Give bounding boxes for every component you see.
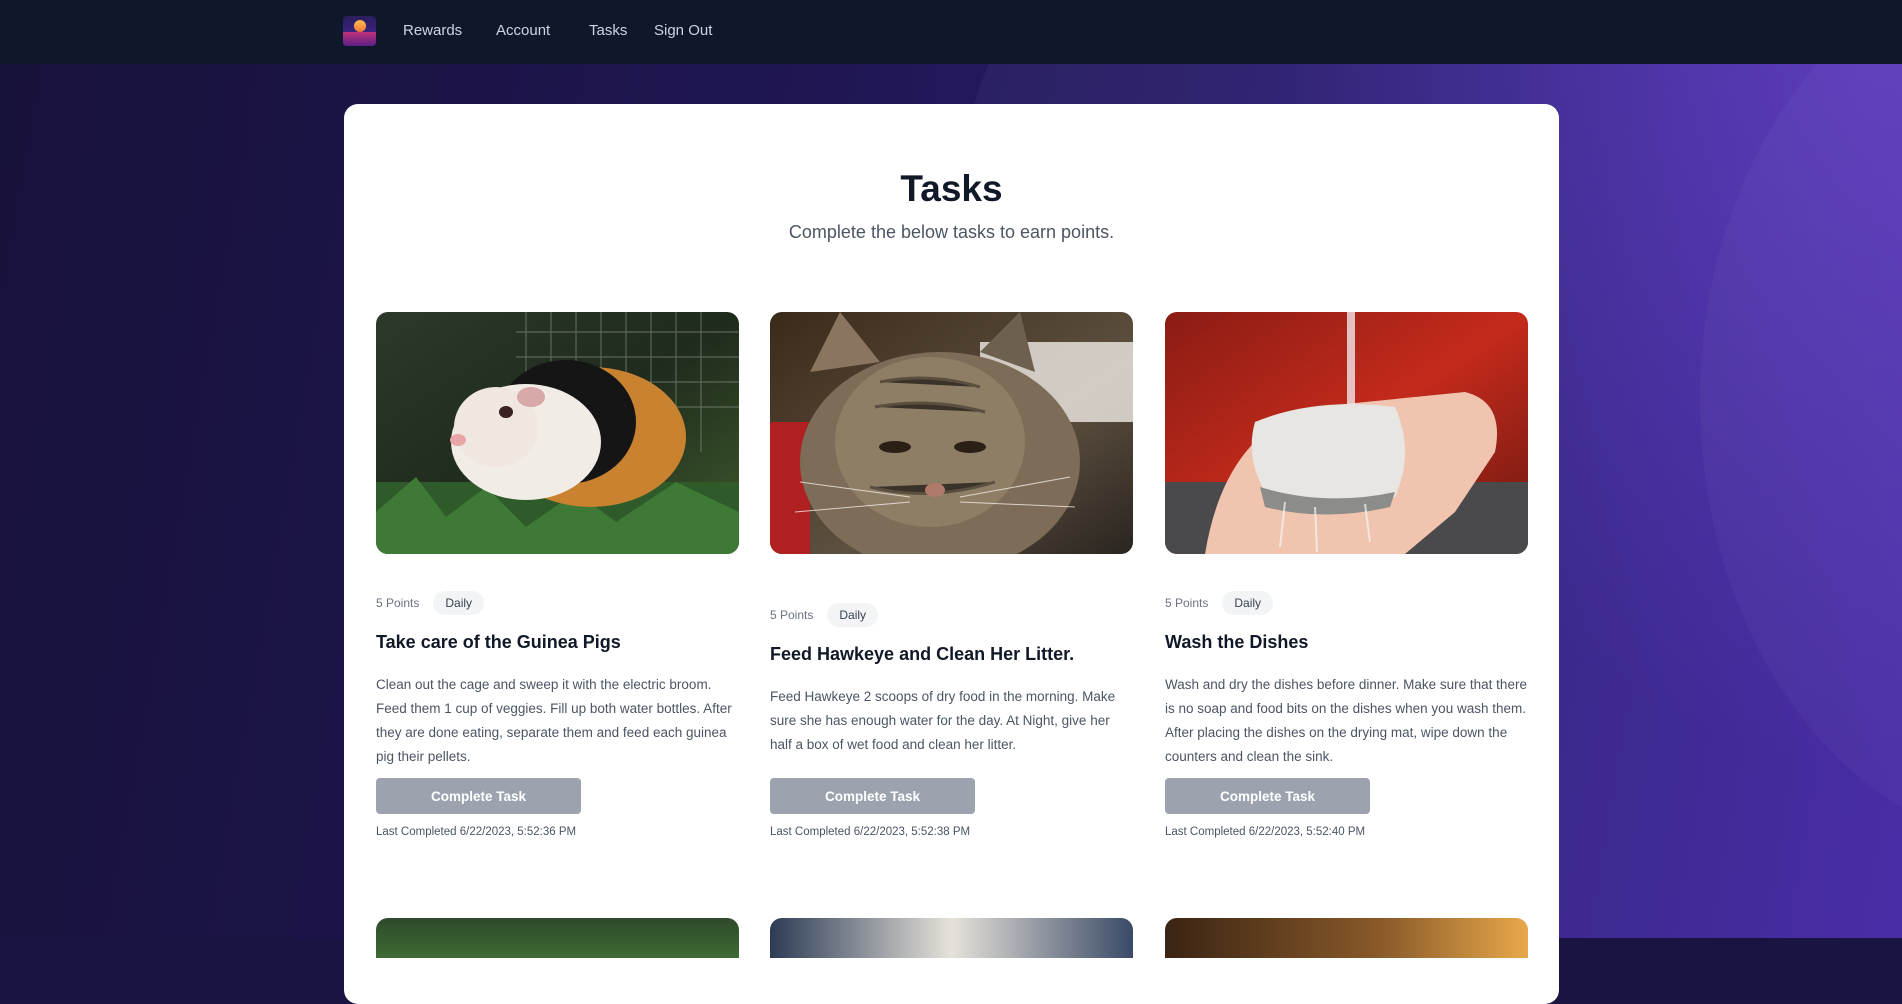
frequency-badge: Daily	[1222, 591, 1274, 615]
task-title: Feed Hawkeye and Clean Her Litter.	[770, 644, 1075, 664]
task-meta: 5 Points Daily	[1165, 590, 1274, 616]
task-points: 5 Points	[376, 596, 420, 610]
page-title: Tasks	[900, 168, 1003, 209]
washing-sponge-image	[1165, 312, 1528, 554]
nav-link-account[interactable]: Account	[496, 22, 550, 39]
complete-task-button[interactable]: Complete Task	[1165, 778, 1370, 814]
next-task-image	[376, 918, 739, 958]
last-completed-text: Last Completed 6/22/2023, 5:52:40 PM	[1165, 826, 1366, 838]
next-task-image	[1165, 918, 1528, 958]
frequency-badge: Daily	[827, 603, 879, 627]
task-meta: 5 Points Daily	[770, 602, 879, 628]
nav-link-rewards[interactable]: Rewards	[403, 22, 462, 39]
next-task-image	[770, 918, 1133, 958]
task-title: Take care of the Guinea Pigs	[376, 632, 621, 652]
cat-image	[770, 312, 1133, 554]
last-completed-text: Last Completed 6/22/2023, 5:52:36 PM	[376, 826, 577, 838]
task-meta: 5 Points Daily	[376, 590, 485, 616]
task-title: Wash the Dishes	[1165, 632, 1309, 652]
guinea-pig-image	[376, 312, 739, 554]
complete-task-button[interactable]: Complete Task	[770, 778, 975, 814]
top-navbar: Rewards Account Tasks Sign Out	[0, 0, 1902, 64]
task-description: Feed Hawkeye 2 scoops of dry food in the…	[770, 689, 1116, 752]
nav-link-tasks[interactable]: Tasks	[589, 22, 627, 39]
task-description: Wash and dry the dishes before dinner. M…	[1165, 677, 1527, 764]
tasks-panel: Tasks Complete the below tasks to earn p…	[344, 104, 1559, 1004]
logo-sea	[343, 32, 376, 46]
nav-link-sign-out[interactable]: Sign Out	[654, 22, 712, 39]
frequency-badge: Daily	[433, 591, 485, 615]
app-logo[interactable]	[343, 16, 376, 46]
last-completed-text: Last Completed 6/22/2023, 5:52:38 PM	[770, 826, 971, 838]
complete-task-button[interactable]: Complete Task	[376, 778, 581, 814]
task-points: 5 Points	[770, 608, 814, 622]
logo-sun	[354, 20, 366, 32]
page-subtitle: Complete the below tasks to earn points.	[788, 222, 1115, 242]
task-points: 5 Points	[1165, 596, 1209, 610]
task-description: Clean out the cage and sweep it with the…	[376, 677, 732, 764]
